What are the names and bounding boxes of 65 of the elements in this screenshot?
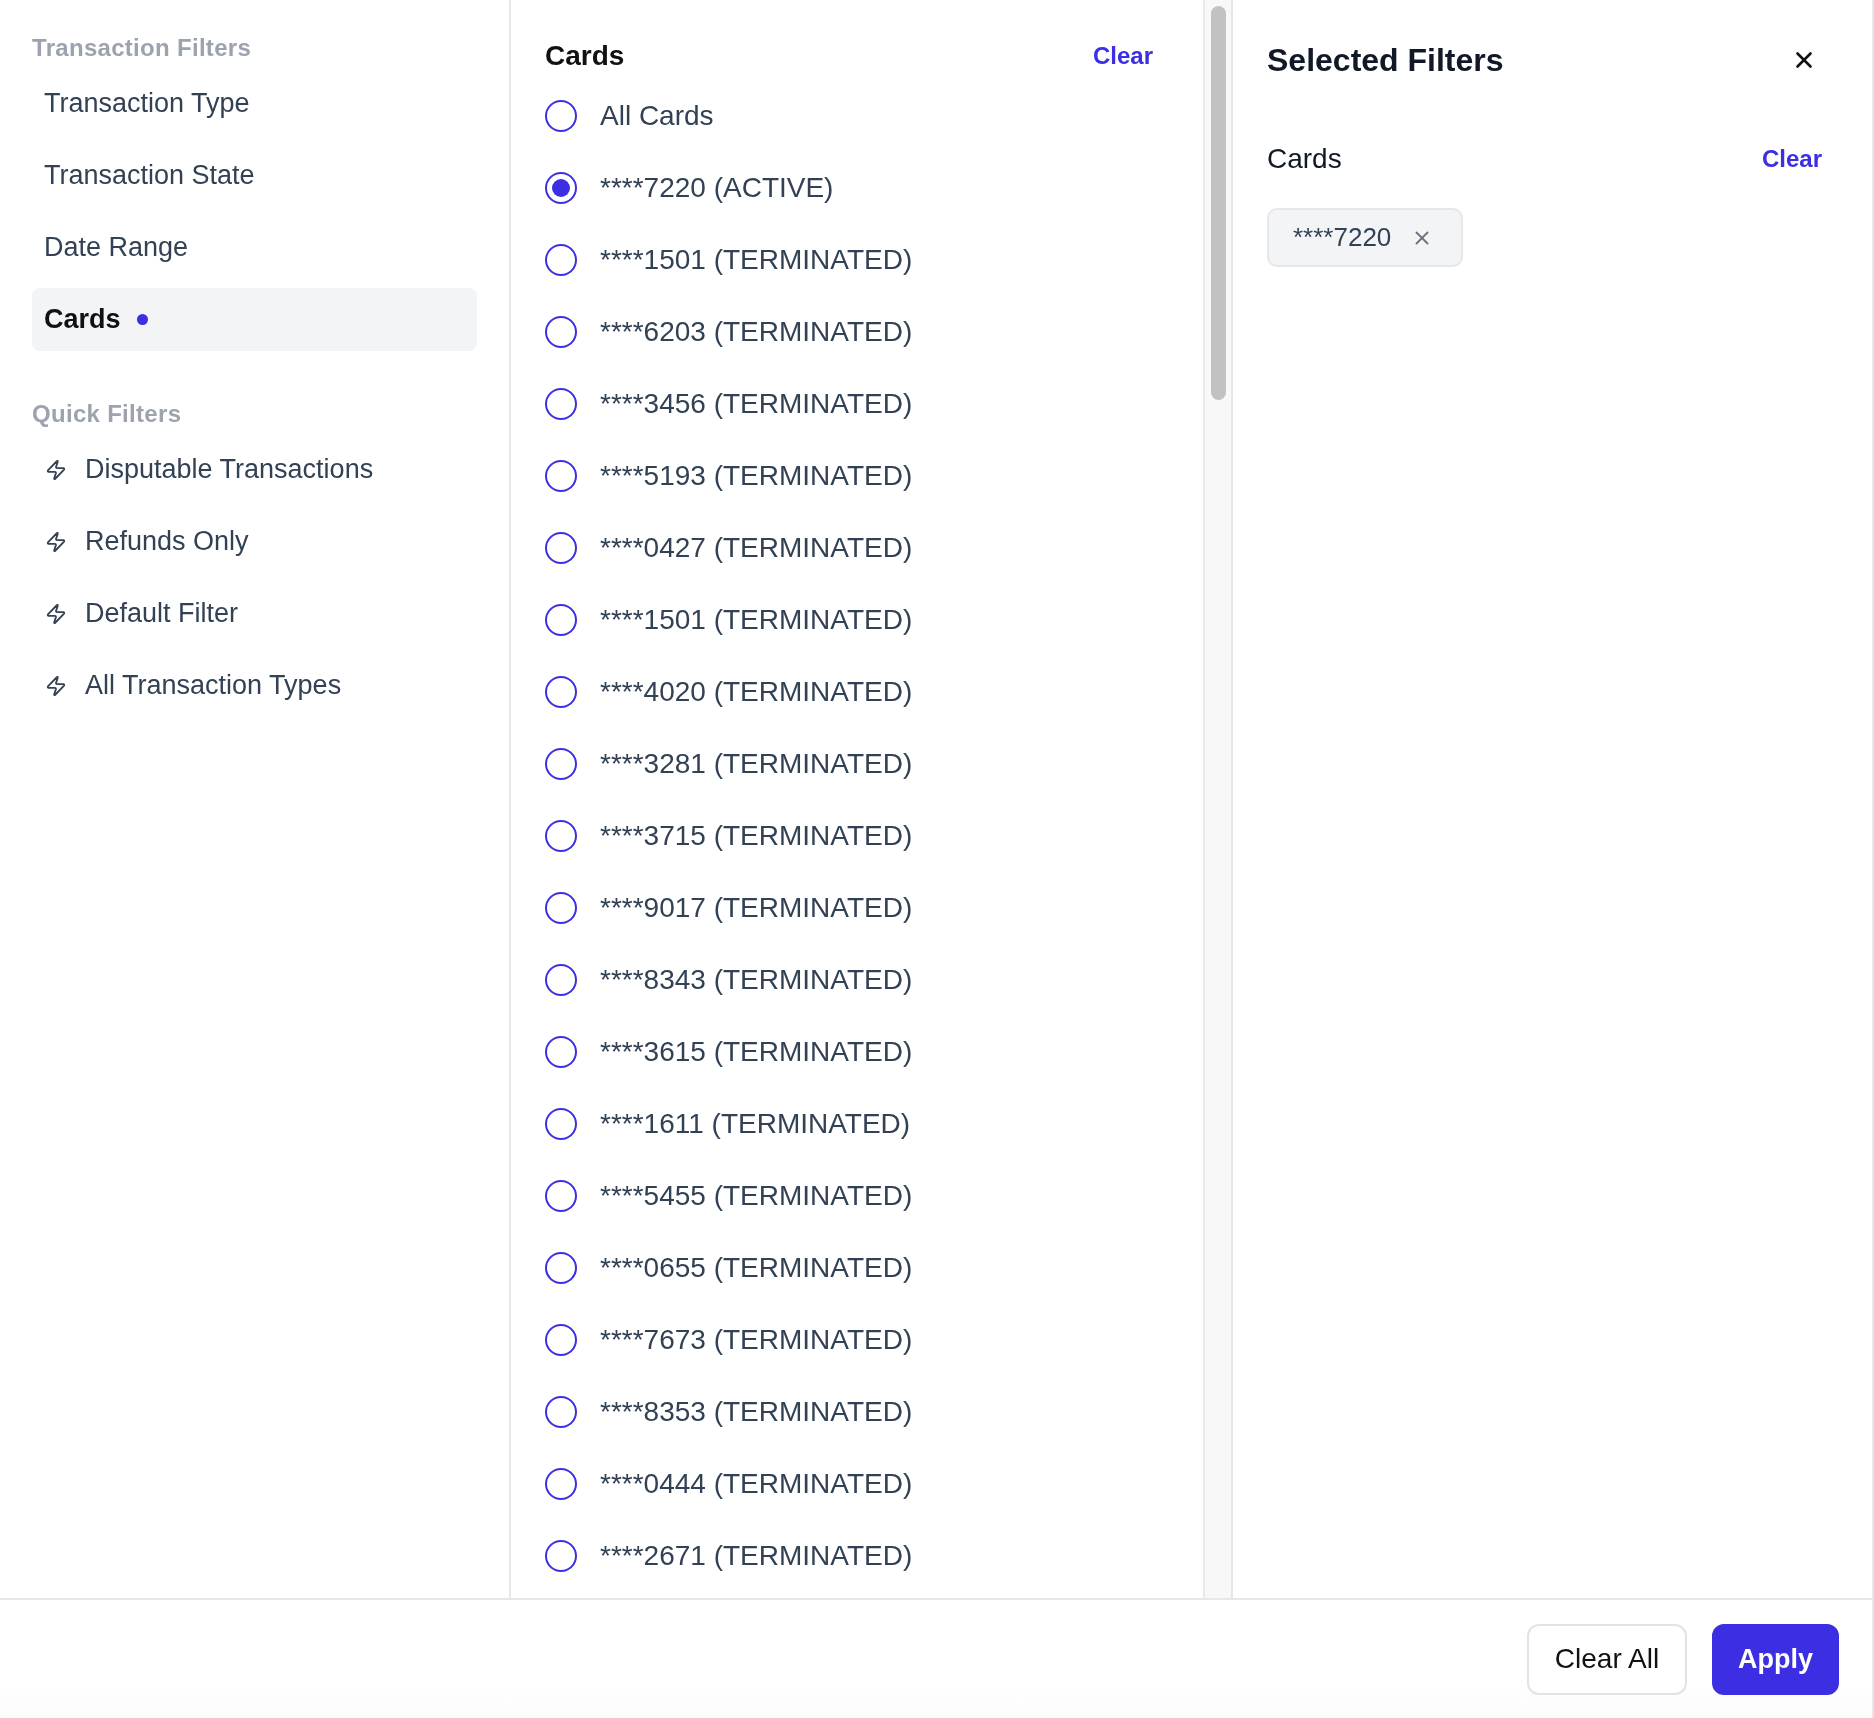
option-label[interactable]: ****8353 (TERMINATED) bbox=[600, 1396, 913, 1428]
option-label[interactable]: ****8343 (TERMINATED) bbox=[600, 964, 913, 996]
sidebar-item[interactable]: Transaction State bbox=[32, 144, 477, 207]
option-label[interactable]: ****1611 (TERMINATED) bbox=[600, 1108, 911, 1140]
option-label[interactable]: ****7673 (TERMINATED) bbox=[600, 1324, 913, 1356]
bolt-icon bbox=[45, 530, 67, 553]
quick-filter-item[interactable]: Disputable Transactions bbox=[32, 438, 477, 501]
sidebar-item[interactable]: Cards bbox=[32, 288, 477, 351]
option-label[interactable]: ****3456 (TERMINATED) bbox=[600, 388, 913, 420]
radio-button[interactable] bbox=[545, 1468, 577, 1500]
radio-button[interactable] bbox=[545, 820, 577, 852]
option-label[interactable]: ****3281 (TERMINATED) bbox=[600, 748, 913, 780]
option-label[interactable]: ****3715 (TERMINATED) bbox=[600, 820, 913, 852]
radio-button[interactable] bbox=[545, 1540, 577, 1572]
radio-button[interactable] bbox=[545, 1252, 577, 1284]
radio-button[interactable] bbox=[545, 1324, 577, 1356]
option-label[interactable]: ****6203 (TERMINATED) bbox=[600, 316, 913, 348]
option-label[interactable]: ****0444 (TERMINATED) bbox=[600, 1468, 913, 1500]
secondary-button[interactable]: Clear All bbox=[1527, 1623, 1687, 1695]
radio-button[interactable] bbox=[545, 388, 577, 420]
scrollbar-thumb[interactable] bbox=[1211, 6, 1226, 400]
bolt-icon bbox=[45, 602, 67, 625]
sidebar-item[interactable]: Date Range bbox=[32, 216, 477, 279]
bolt-icon bbox=[45, 674, 67, 697]
radio-button[interactable] bbox=[545, 604, 577, 636]
radio-button[interactable] bbox=[545, 532, 577, 564]
bolt-icon bbox=[45, 458, 67, 481]
clear-link[interactable]: Clear bbox=[1761, 139, 1822, 179]
quick-filter-item[interactable]: All Transaction Types bbox=[32, 654, 477, 717]
radio-button[interactable] bbox=[545, 1108, 577, 1140]
option-label[interactable]: ****4020 (TERMINATED) bbox=[600, 676, 913, 708]
chip-label: ****7220 bbox=[1293, 222, 1392, 253]
option-label[interactable]: ****3615 (TERMINATED) bbox=[600, 1036, 913, 1068]
radio-button[interactable] bbox=[545, 244, 577, 276]
sidebar-item[interactable]: Transaction Type bbox=[32, 72, 477, 135]
radio-button[interactable] bbox=[545, 316, 577, 348]
option-label[interactable]: ****0427 (TERMINATED) bbox=[600, 532, 913, 564]
radio-button[interactable] bbox=[545, 964, 577, 996]
radio-button[interactable] bbox=[545, 1180, 577, 1212]
radio-button[interactable] bbox=[545, 100, 577, 132]
primary-button[interactable]: Apply bbox=[1712, 1623, 1839, 1695]
section-title: Quick Filters bbox=[32, 400, 183, 428]
option-label[interactable]: ****0655 (TERMINATED) bbox=[600, 1252, 913, 1284]
quick-filter-item[interactable]: Default Filter bbox=[32, 582, 477, 645]
panel-title: Cards bbox=[545, 39, 625, 73]
radio-button[interactable] bbox=[545, 892, 577, 924]
option-label[interactable]: ****2671 (TERMINATED) bbox=[600, 1540, 913, 1572]
clear-link[interactable]: Clear bbox=[1092, 36, 1153, 76]
option-label[interactable]: ****9017 (TERMINATED) bbox=[600, 892, 913, 924]
option-label[interactable]: ****1501 (TERMINATED) bbox=[600, 604, 913, 636]
radio-button[interactable] bbox=[545, 1036, 577, 1068]
radio-button[interactable] bbox=[545, 460, 577, 492]
section-title: Transaction Filters bbox=[32, 34, 253, 62]
radio-button[interactable] bbox=[545, 172, 577, 204]
radio-button[interactable] bbox=[545, 748, 577, 780]
panel-title: Selected Filters bbox=[1267, 41, 1504, 80]
option-label[interactable]: ****5193 (TERMINATED) bbox=[600, 460, 913, 492]
group-title: Cards bbox=[1267, 142, 1342, 176]
option-label[interactable]: ****1501 (TERMINATED) bbox=[600, 244, 913, 276]
option-label[interactable]: All Cards bbox=[600, 100, 714, 132]
radio-button[interactable] bbox=[545, 676, 577, 708]
option-label[interactable]: ****5455 (TERMINATED) bbox=[600, 1180, 913, 1212]
option-label[interactable]: ****7220 (ACTIVE) bbox=[600, 172, 834, 204]
radio-button[interactable] bbox=[545, 1396, 577, 1428]
quick-filter-item[interactable]: Refunds Only bbox=[32, 510, 477, 573]
